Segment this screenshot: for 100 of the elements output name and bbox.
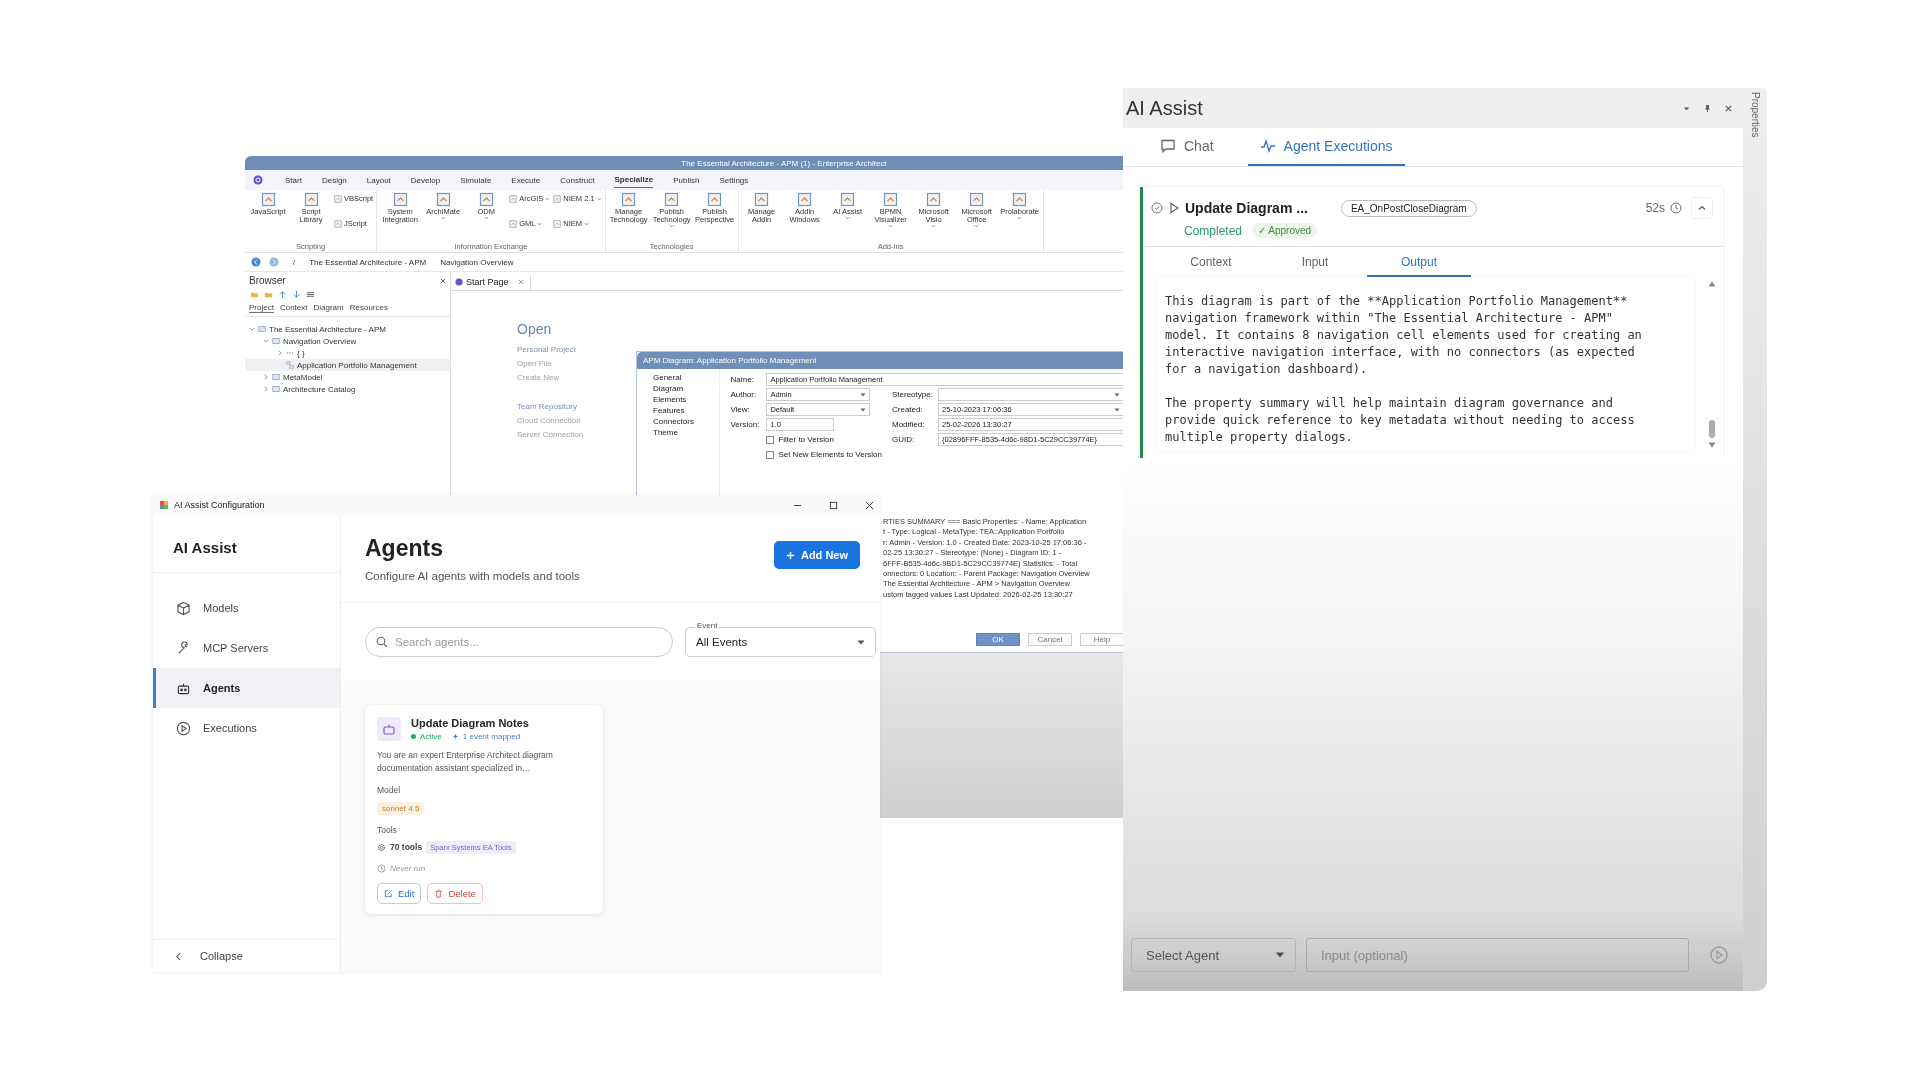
frame-icon — [797, 192, 813, 207]
sparkle-icon — [451, 733, 459, 740]
app-icon — [159, 500, 169, 510]
page-item[interactable]: Theme — [653, 428, 720, 439]
tree-item[interactable]: The Essential Architecture - APM — [245, 323, 450, 335]
panel-title: Browser — [249, 275, 286, 286]
sidebar-item[interactable]: MCP Servers — [153, 628, 340, 668]
output-tab[interactable]: Input — [1263, 247, 1367, 277]
sidebar-item[interactable]: Executions — [153, 708, 340, 748]
caret-icon[interactable] — [277, 350, 283, 356]
menu-tab[interactable]: Develop — [410, 172, 441, 188]
close-icon[interactable] — [865, 500, 874, 510]
menu-tab[interactable]: Settings — [719, 172, 749, 188]
menu-tab[interactable]: Publish — [673, 172, 700, 188]
forward-icon[interactable] — [269, 257, 279, 267]
caret-icon — [1275, 952, 1285, 958]
panel-tab[interactable]: Agent Executions — [1247, 128, 1405, 166]
delete-button[interactable]: Delete — [427, 882, 483, 904]
page-item[interactable]: Features — [653, 406, 720, 417]
agent-dropdown[interactable]: Select Agent — [1131, 938, 1296, 972]
up-arrow-icon[interactable] — [278, 290, 287, 299]
breadcrumb-item[interactable]: / — [287, 257, 296, 267]
menu-tab[interactable]: Execute — [511, 172, 541, 188]
page-item[interactable]: Elements — [653, 395, 720, 406]
scrollbar-thumb[interactable] — [1709, 420, 1715, 438]
section-heading: Open — [517, 321, 553, 337]
frame-icon — [621, 192, 637, 207]
execution-name: Update Diagram ... — [1185, 200, 1308, 216]
search-field[interactable]: Search agents... — [365, 627, 673, 657]
sidebar-title: AI Assist — [153, 515, 340, 573]
back-icon[interactable] — [251, 257, 261, 267]
window-title: The Essential Architecture - APM (1) - Enterprise Architect — [681, 158, 887, 168]
browser-tab[interactable]: Context — [279, 303, 308, 313]
pin-icon[interactable] — [1703, 103, 1712, 113]
close-icon[interactable] — [440, 277, 446, 284]
browser-tab[interactable]: Resources — [349, 303, 388, 313]
output-tab[interactable]: Context — [1159, 247, 1263, 277]
tree-item[interactable]: { } — [245, 347, 450, 359]
tree-item[interactable]: Application Portfolio Management — [245, 359, 450, 371]
menu-icon[interactable] — [306, 290, 315, 299]
collapse-button[interactable]: Collapse — [153, 939, 340, 972]
page-item[interactable]: Connectors — [653, 417, 720, 428]
logo-icon — [455, 278, 463, 286]
breadcrumb-item[interactable]: Navigation Overview — [434, 257, 514, 267]
caret-icon — [845, 215, 851, 220]
frame-icon — [435, 192, 451, 207]
tools-count: 70 tools — [390, 842, 423, 852]
page-item[interactable]: General — [653, 373, 720, 384]
menu-tab[interactable]: Construct — [560, 172, 595, 188]
dialog-button[interactable]: Cancel — [1028, 633, 1072, 646]
dropdown-field[interactable] — [938, 388, 1123, 401]
status-label: Completed — [1184, 223, 1243, 238]
caret-icon — [888, 223, 894, 228]
edit-button[interactable]: Edit — [377, 882, 422, 904]
maximize-icon[interactable] — [829, 500, 838, 510]
agent-name: Update Diagram Notes — [411, 717, 529, 729]
frame-icon — [509, 194, 518, 203]
sidebar-item[interactable]: Models — [153, 588, 340, 628]
caret-icon[interactable] — [263, 338, 269, 344]
down-arrow-icon[interactable] — [292, 290, 301, 299]
last-run: Never run — [390, 863, 426, 873]
caret-icon — [860, 392, 867, 397]
close-icon[interactable] — [1724, 103, 1733, 113]
browser-tab[interactable]: Project — [249, 303, 274, 313]
collapse-button[interactable] — [1691, 197, 1713, 219]
menu-tab[interactable]: Layout — [366, 172, 391, 188]
panel-title: AI Assist — [1126, 96, 1204, 120]
up-arrow-icon[interactable] — [1708, 281, 1716, 287]
side-tab[interactable]: Properties — [1749, 88, 1761, 138]
send-icon[interactable] — [1709, 945, 1729, 965]
panel-tab[interactable]: Chat — [1148, 128, 1226, 166]
start-link[interactable]: Personal Project — [517, 345, 1123, 354]
breadcrumb-item[interactable]: The Essential Architecture - APM — [303, 257, 427, 267]
caret-icon[interactable] — [249, 326, 255, 332]
menu-tab[interactable]: Start — [285, 172, 302, 188]
cube-icon — [176, 600, 191, 616]
down-arrow-icon[interactable] — [1708, 442, 1716, 448]
clock-icon — [1670, 202, 1682, 214]
tree-item[interactable]: Navigation Overview — [245, 335, 450, 347]
dialog-button[interactable]: Help — [1080, 633, 1123, 646]
browser-tab[interactable]: Diagram — [313, 303, 344, 313]
checkbox[interactable] — [766, 450, 775, 459]
menu-tab[interactable]: Design — [321, 172, 347, 188]
frame-icon — [509, 219, 518, 228]
input-field[interactable]: Input (optional) — [1306, 938, 1689, 972]
sidebar-item[interactable]: Agents — [153, 668, 340, 708]
page-item[interactable]: Diagram — [653, 384, 720, 395]
frame-icon — [754, 192, 770, 207]
frame-icon — [840, 192, 856, 207]
frame-icon — [303, 192, 319, 207]
tree-item[interactable]: MetaModel — [245, 371, 450, 383]
checkbox[interactable] — [766, 435, 775, 444]
caret-icon — [1114, 392, 1120, 397]
add-new-button[interactable]: Add New — [773, 541, 860, 569]
menu-tab[interactable]: Specialize — [614, 172, 654, 188]
tree-item[interactable]: Architecture Catalog — [245, 383, 450, 395]
menu-tab[interactable]: Simulate — [460, 172, 492, 188]
logo-icon[interactable] — [253, 175, 263, 185]
frame-icon — [926, 192, 942, 207]
play-icon[interactable] — [1168, 202, 1180, 214]
